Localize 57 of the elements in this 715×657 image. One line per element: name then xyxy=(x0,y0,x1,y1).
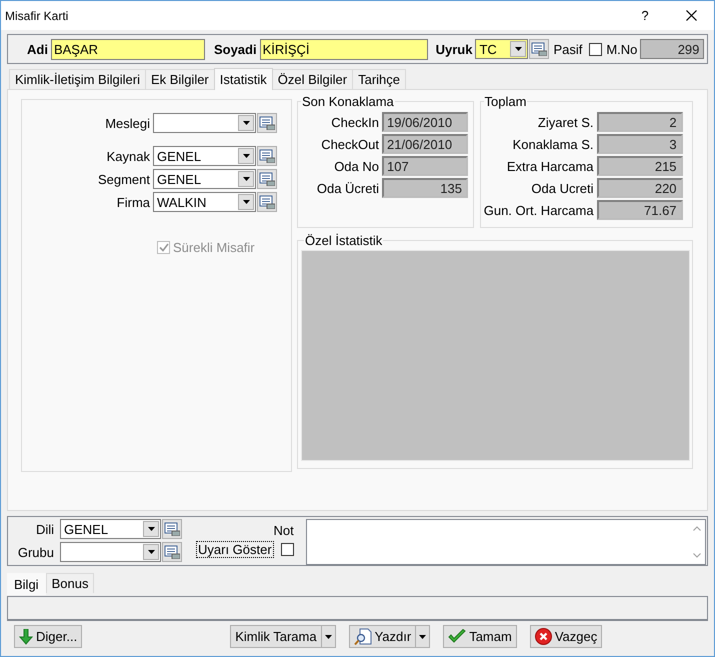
group-title: Toplam xyxy=(484,94,528,109)
field-label: Meslegi xyxy=(104,116,150,130)
dropdown-field[interactable]: TC xyxy=(475,39,528,59)
field-label: Ziyaret S. xyxy=(536,114,594,130)
tab[interactable]: Özel Bilgiler xyxy=(272,69,354,89)
window-title: Misafir Karti xyxy=(5,8,70,22)
action-button[interactable]: Vazgeç xyxy=(530,625,602,648)
value-field: 2 xyxy=(596,112,683,132)
field-label: CheckIn xyxy=(330,114,379,130)
name-field[interactable]: BAŞAR xyxy=(50,38,205,60)
surname-field[interactable]: KİRİŞÇİ xyxy=(260,38,428,60)
field-label: Uyruk xyxy=(436,42,472,56)
field-label: Gun. Ort. Harcama xyxy=(482,202,594,218)
tab[interactable]: Bilgi xyxy=(7,573,46,595)
value-field: 215 xyxy=(596,156,683,176)
group-title: Son Konaklama xyxy=(301,94,395,109)
field-label: Konaklama S. xyxy=(512,136,594,152)
field-label: Oda No xyxy=(333,158,379,174)
tab[interactable]: Ek Bilgiler xyxy=(144,69,215,89)
action-button[interactable]: Diger... xyxy=(14,625,82,648)
field-label: Oda Ücreti xyxy=(316,180,379,196)
checkbox-label: Uyarı Göster xyxy=(196,541,274,558)
field-label: CheckOut xyxy=(320,136,379,152)
value-field: 19/06/2010 xyxy=(382,112,468,132)
field-label: Oda Ucreti xyxy=(530,180,594,196)
field-label: Segment xyxy=(96,172,150,186)
tab[interactable]: Kimlik-İletişim Bilgileri xyxy=(9,69,146,89)
dropdown-field[interactable]: GENEL xyxy=(153,146,256,166)
action-button[interactable]: Tamam xyxy=(443,625,517,648)
tab[interactable]: Istatistik xyxy=(214,68,273,90)
field-label: Not xyxy=(273,523,294,539)
checkbox-label: Sürekli Misafir xyxy=(173,240,255,255)
field-label: Extra Harcama xyxy=(506,158,594,174)
field-label: Grubu xyxy=(16,544,54,560)
number-field: 299 xyxy=(640,39,704,59)
action-button[interactable]: Yazdır xyxy=(348,625,416,648)
value-field: 135 xyxy=(382,178,468,198)
value-field: 107 xyxy=(382,156,468,176)
action-button[interactable]: Kimlik Tarama xyxy=(230,625,322,648)
value-field: 71.67 xyxy=(596,200,683,220)
field-label: Soyadi xyxy=(214,42,257,56)
value-field: 220 xyxy=(596,178,683,198)
field-label: Dili xyxy=(34,522,54,536)
tab[interactable]: Bonus xyxy=(46,573,94,593)
value-field: 21/06/2010 xyxy=(382,134,468,154)
field-label: Kaynak xyxy=(106,148,150,164)
checkbox-label: Pasif xyxy=(553,42,582,56)
tab[interactable]: Tarihçe xyxy=(352,69,406,89)
value-field: 3 xyxy=(596,134,683,154)
help-button[interactable]: ? xyxy=(622,8,668,23)
field-label: Adi xyxy=(27,42,48,56)
dropdown-field[interactable]: GENEL xyxy=(153,169,256,189)
field-label: M.No xyxy=(606,42,638,56)
dropdown-field[interactable]: WALKIN xyxy=(153,192,256,212)
dropdown-field[interactable]: GENEL xyxy=(60,519,161,539)
field-label: Firma xyxy=(116,194,150,210)
group-title: Özel İstatistik xyxy=(304,233,384,248)
